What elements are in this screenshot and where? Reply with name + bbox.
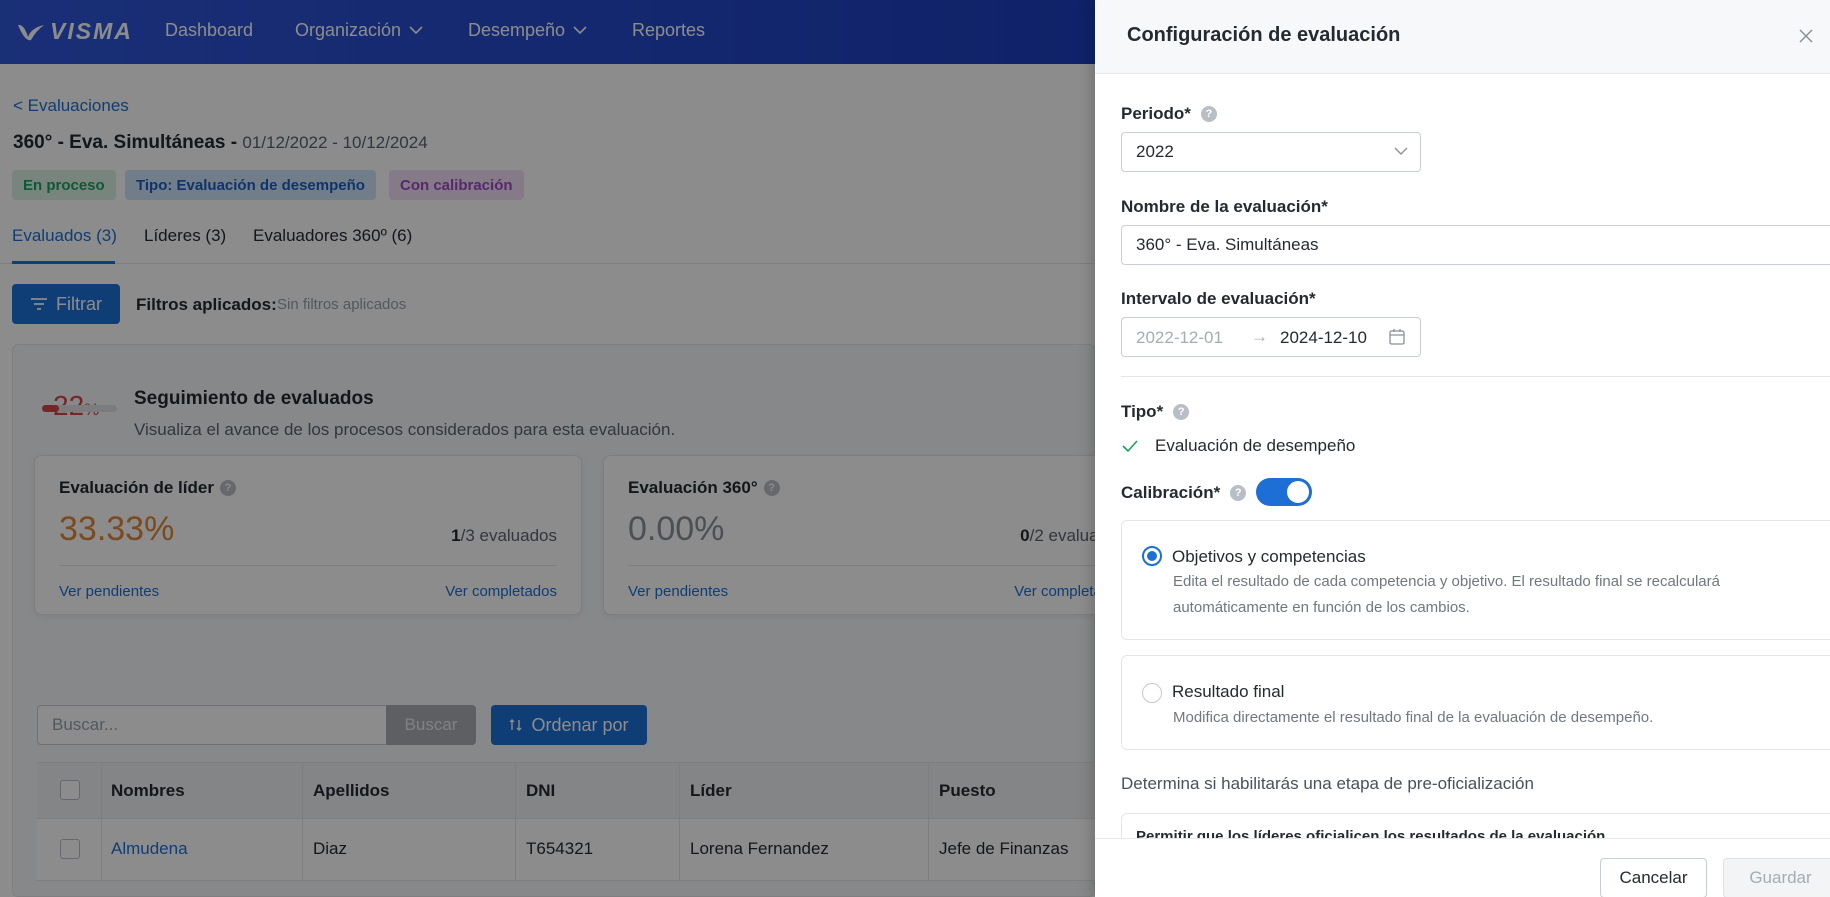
drawer-title: Configuración de evaluación (1127, 24, 1401, 46)
help-icon[interactable]: ? (1230, 485, 1247, 501)
save-button[interactable]: Guardar (1723, 858, 1830, 897)
intervalo-label: Intervalo de evaluación* (1121, 289, 1316, 308)
check-icon (1122, 440, 1138, 453)
tipo-value: Evaluación de desempeño (1121, 436, 1355, 456)
arrow-right-icon: → (1251, 327, 1268, 346)
help-icon[interactable]: ? (1200, 106, 1217, 122)
calendar-icon (1389, 329, 1405, 345)
calibracion-label-text: Calibración* (1121, 483, 1221, 502)
chevron-down-icon (1394, 147, 1408, 155)
modal-backdrop[interactable] (0, 0, 1095, 897)
option-resultado-final[interactable]: Resultado final Modifica directamente el… (1121, 655, 1830, 750)
option-objetivos-competencias[interactable]: Objetivos y competencias Edita el result… (1121, 520, 1830, 640)
help-icon[interactable]: ? (1173, 404, 1190, 420)
start-date[interactable]: 2022-12-01 (1136, 328, 1223, 348)
section-divider (1121, 376, 1830, 377)
calibration-toggle[interactable] (1256, 478, 1312, 506)
tipo-label: Tipo*? (1121, 402, 1190, 422)
option-description: Modifica directamente el resultado final… (1173, 709, 1654, 726)
end-date[interactable]: 2024-12-10 (1280, 328, 1367, 348)
nombre-input[interactable]: 360° - Eva. Simultáneas (1121, 225, 1830, 265)
drawer-footer: Cancelar Guardar (1095, 838, 1830, 897)
radio-resultado-final[interactable] (1142, 683, 1162, 703)
configuration-drawer: Configuración de evaluación Periodo*? 20… (1095, 0, 1830, 897)
tipo-value-text: Evaluación de desempeño (1155, 436, 1356, 455)
tipo-label-text: Tipo* (1121, 402, 1164, 421)
pre-oficializacion-note: Determina si habilitarás una etapa de pr… (1121, 774, 1534, 793)
periodo-label: Periodo*? (1121, 104, 1217, 124)
toggle-knob (1287, 481, 1309, 503)
calibracion-label: Calibración*? (1121, 483, 1247, 503)
periodo-label-text: Periodo* (1121, 104, 1191, 123)
nombre-label: Nombre de la evaluación* (1121, 197, 1328, 216)
cancel-button[interactable]: Cancelar (1600, 858, 1707, 897)
periodo-select[interactable]: 2022 (1121, 132, 1421, 172)
radio-objetivos-competencias[interactable] (1142, 546, 1162, 566)
periodo-value: 2022 (1136, 142, 1174, 161)
option-title: Resultado final (1172, 682, 1285, 701)
drawer-header: Configuración de evaluación (1095, 0, 1830, 74)
option-description: Edita el resultado de cada competencia y… (1173, 573, 1720, 616)
date-range-picker[interactable]: 2022-12-01 → 2024-12-10 (1121, 317, 1421, 357)
close-icon[interactable] (1798, 28, 1814, 44)
option-title: Objetivos y competencias (1172, 547, 1366, 566)
